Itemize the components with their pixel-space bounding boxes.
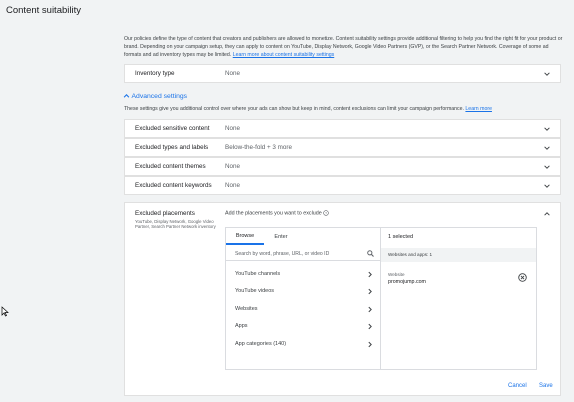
chevron-down-icon[interactable]: [544, 145, 550, 151]
add-placements-label: Add the placements you want to exclude ?: [225, 210, 329, 216]
tab-enter[interactable]: Enter: [264, 228, 298, 245]
row-label: Excluded types and labels: [135, 144, 209, 151]
row-value: Below-the-fold + 3 more: [225, 144, 293, 151]
browse-item-label: App categories (140): [235, 341, 287, 347]
add-placements-text: Add the placements you want to exclude: [225, 210, 322, 217]
inventory-type-value: None: [225, 70, 241, 77]
chevron-right-icon: [368, 341, 372, 348]
search-placeholder: Search by word, phrase, URL, or video ID: [235, 251, 330, 257]
chevron-down-icon[interactable]: [544, 126, 550, 132]
excluded-content-keywords-row[interactable]: Excluded content keywords None: [124, 176, 561, 195]
search-icon[interactable]: [367, 250, 374, 257]
chevron-right-icon: [368, 306, 372, 313]
remove-circle-icon[interactable]: [518, 273, 527, 282]
chevron-right-icon: [368, 271, 372, 278]
browse-item-label: YouTube channels: [235, 271, 281, 277]
browse-item-youtube-videos[interactable]: YouTube videos: [226, 283, 380, 300]
save-button[interactable]: Save: [539, 383, 553, 389]
selected-item-value: promojump.com: [388, 279, 426, 285]
selected-group-header: Websites and apps: 1: [381, 248, 536, 262]
row-value: None: [225, 163, 241, 170]
excluded-content-themes-row[interactable]: Excluded content themes None: [124, 157, 561, 176]
browse-item-app-categories[interactable]: App categories (140): [226, 336, 380, 353]
excluded-placements-title: Excluded placements: [135, 210, 195, 217]
group-header-label: Websites and apps: 1: [388, 252, 433, 257]
selected-pane: 1 selected Websites and apps: 1 Website …: [381, 228, 536, 369]
chevron-down-icon[interactable]: [544, 71, 550, 77]
browse-item-label: YouTube videos: [235, 288, 275, 294]
chevron-up-icon[interactable]: [544, 211, 550, 217]
inventory-type-label: Inventory type: [135, 70, 175, 77]
row-label: Excluded content themes: [135, 163, 206, 170]
advanced-subtext-body: These settings give you additional contr…: [124, 106, 464, 112]
excluded-placements-description: YouTube, Display Network, Google Video P…: [135, 219, 216, 229]
excluded-sensitive-content-row[interactable]: Excluded sensitive content None: [124, 119, 561, 138]
chevron-right-icon: [368, 323, 372, 330]
help-icon[interactable]: ?: [323, 210, 329, 216]
intro-text: Our policies define the type of content …: [124, 35, 564, 59]
browse-item-apps[interactable]: Apps: [226, 318, 380, 335]
row-value: None: [225, 125, 241, 132]
tab-browse[interactable]: Browse: [226, 228, 264, 245]
learn-more-link[interactable]: Learn more: [465, 106, 492, 112]
mouse-cursor-icon: [1, 306, 9, 317]
browse-item-label: Apps: [235, 323, 248, 329]
browse-item-youtube-channels[interactable]: YouTube channels: [226, 266, 380, 283]
excluded-placements-panel: Excluded placements YouTube, Display Net…: [124, 202, 561, 396]
page-title: Content suitability: [6, 5, 81, 16]
selected-item-type: Website: [388, 272, 405, 277]
browse-pane: Browse Enter Search by word, phrase, URL…: [226, 228, 381, 369]
svg-text:?: ?: [325, 211, 327, 215]
browse-item-label: Websites: [235, 306, 258, 312]
placement-search-input[interactable]: Search by word, phrase, URL, or video ID: [226, 246, 380, 261]
chevron-right-icon: [368, 288, 372, 295]
selected-count: 1 selected: [388, 234, 414, 240]
chevron-down-icon[interactable]: [544, 164, 550, 170]
inventory-type-row[interactable]: Inventory type None: [124, 64, 561, 83]
chevron-up-icon: [123, 94, 130, 98]
advanced-settings-label: Advanced settings: [131, 93, 188, 100]
intro-body: Our policies define the type of content …: [124, 36, 563, 58]
row-value: None: [225, 182, 241, 189]
placement-browser: Browse Enter Search by word, phrase, URL…: [225, 227, 537, 370]
browse-item-websites[interactable]: Websites: [226, 301, 380, 318]
row-label: Excluded sensitive content: [135, 125, 210, 132]
row-label: Excluded content keywords: [135, 182, 212, 189]
chevron-down-icon[interactable]: [544, 183, 550, 189]
excluded-types-labels-row[interactable]: Excluded types and labels Below-the-fold…: [124, 138, 561, 157]
cancel-button[interactable]: Cancel: [508, 383, 527, 389]
learn-more-suitability-link[interactable]: Learn more about content suitability set…: [233, 52, 335, 58]
advanced-settings-subtext: These settings give you additional contr…: [124, 106, 492, 112]
advanced-settings-toggle[interactable]: Advanced settings: [123, 93, 187, 100]
